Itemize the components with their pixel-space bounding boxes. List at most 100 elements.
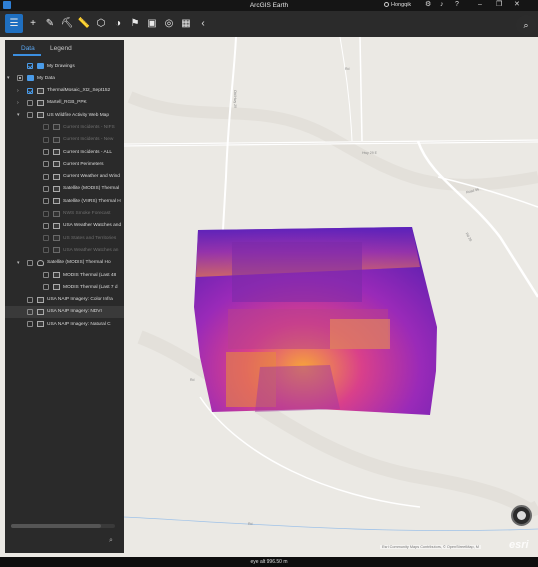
layer-icon bbox=[53, 136, 60, 143]
user-name: Hongqik bbox=[391, 2, 412, 8]
notifications-bell-icon[interactable]: ♪ bbox=[440, 1, 444, 9]
layer-row[interactable]: NWS Smoke Forecast bbox=[5, 208, 124, 220]
layer-visibility-checkbox[interactable] bbox=[17, 75, 23, 82]
ruler-button[interactable]: 📏 bbox=[75, 14, 93, 33]
layer-visibility-checkbox[interactable] bbox=[27, 308, 33, 315]
chevron-right-icon[interactable]: › bbox=[17, 88, 19, 94]
chevron-right-icon[interactable]: › bbox=[17, 100, 19, 106]
help-icon[interactable]: ? bbox=[455, 1, 459, 9]
add-data-button[interactable]: + bbox=[24, 14, 42, 33]
3d-model-button[interactable]: ⬡ bbox=[92, 14, 110, 33]
restore-icon[interactable]: ❐ bbox=[496, 1, 502, 9]
layer-visibility-checkbox[interactable] bbox=[27, 259, 33, 266]
ruler-icon: 📏 bbox=[77, 18, 91, 29]
layer-row[interactable]: MODIS Thermal (Last 7 d bbox=[5, 281, 124, 293]
layer-row[interactable]: US States and Territories bbox=[5, 232, 124, 244]
road-label: Rd bbox=[190, 378, 195, 382]
measure-icon: ⛏ bbox=[60, 18, 74, 29]
layer-row[interactable]: USA NAIP Imagery: Color Infra bbox=[5, 294, 124, 306]
draw-button[interactable]: ✎ bbox=[41, 14, 59, 33]
layer-row[interactable]: ▾ Satellite (MODIS) Thermal Ho bbox=[5, 257, 124, 269]
layer-visibility-checkbox[interactable] bbox=[43, 173, 49, 180]
user-account[interactable]: Hongqik bbox=[384, 2, 411, 8]
layer-icon bbox=[53, 198, 60, 205]
layer-row[interactable]: Current Weather and Wind bbox=[5, 171, 124, 183]
bookmark-button[interactable]: ⚑ bbox=[126, 14, 144, 33]
layer-row[interactable]: ▾ US Wildfire Activity Web Map bbox=[5, 109, 124, 121]
layer-label: Current Incidents - New bbox=[63, 137, 114, 143]
search-icon[interactable]: ⌕ bbox=[109, 537, 118, 546]
contents-panel: Data Legend My Drawings ▾ My Data › ThermalM… bbox=[5, 40, 124, 553]
esri-logo: esri bbox=[509, 539, 529, 551]
grid-button[interactable]: ▦ bbox=[177, 14, 195, 33]
layer-visibility-checkbox[interactable] bbox=[43, 272, 49, 279]
layer-visibility-checkbox[interactable] bbox=[27, 99, 33, 106]
layer-row[interactable]: My Drawings bbox=[5, 60, 124, 72]
layer-row[interactable]: USA NAIP Imagery: Natural C bbox=[5, 318, 124, 330]
layer-visibility-checkbox[interactable] bbox=[27, 296, 33, 303]
layer-visibility-checkbox[interactable] bbox=[43, 222, 49, 229]
layer-row[interactable]: › Martell_RGB_PPK bbox=[5, 97, 124, 109]
layer-visibility-checkbox[interactable] bbox=[43, 247, 49, 254]
layer-visibility-checkbox[interactable] bbox=[43, 161, 49, 168]
chevron-down-icon[interactable]: ▾ bbox=[17, 112, 20, 118]
layer-row[interactable]: ▾ My Data bbox=[5, 72, 124, 84]
layer-visibility-checkbox[interactable] bbox=[43, 149, 49, 156]
layer-visibility-checkbox[interactable] bbox=[43, 185, 49, 192]
active-tab-indicator bbox=[13, 54, 41, 56]
compass-navigator[interactable] bbox=[511, 505, 532, 526]
road-label: Hwy 29 E bbox=[362, 151, 377, 155]
layer-row[interactable]: USA Weather Watches and bbox=[5, 220, 124, 232]
globe-icon bbox=[517, 511, 526, 520]
layer-row[interactable]: Current Perimeters bbox=[5, 158, 124, 170]
layer-tree: My Drawings ▾ My Data › ThermalMosaic_Xt2_Se… bbox=[5, 60, 124, 331]
close-icon[interactable]: ✕ bbox=[514, 1, 520, 9]
tab-legend[interactable]: Legend bbox=[50, 45, 72, 52]
layer-label: MODIS Thermal (Last 48 bbox=[63, 272, 117, 278]
layer-visibility-checkbox[interactable] bbox=[27, 63, 33, 69]
road-label: Rd bbox=[345, 67, 350, 71]
layer-icon bbox=[53, 185, 60, 192]
layer-row[interactable]: › ThermalMosaic_Xt2_Sept152 bbox=[5, 85, 124, 97]
layer-visibility-checkbox[interactable] bbox=[43, 136, 49, 143]
layer-row[interactable]: Satellite (VIIRS) Thermal H bbox=[5, 195, 124, 207]
measure-button[interactable]: ⛏ bbox=[58, 14, 76, 33]
layer-label: Satellite (VIIRS) Thermal H bbox=[63, 198, 121, 204]
tab-data[interactable]: Data bbox=[21, 45, 35, 52]
layer-label: Current Incidents - ALL bbox=[63, 149, 113, 155]
layer-label: Current Weather and Wind bbox=[63, 174, 120, 180]
layer-row[interactable]: Current Incidents - ALL bbox=[5, 146, 124, 158]
chevron-left-icon: ‹ bbox=[201, 18, 205, 29]
layer-visibility-checkbox[interactable] bbox=[27, 112, 33, 119]
layer-visibility-checkbox[interactable] bbox=[43, 284, 49, 291]
globe-button[interactable]: ◎ bbox=[160, 14, 178, 33]
contents-button[interactable]: ☰ bbox=[5, 14, 23, 33]
layer-row[interactable]: USA Weather Watches an bbox=[5, 244, 124, 256]
layer-visibility-checkbox[interactable] bbox=[43, 235, 49, 242]
scrollbar-thumb[interactable] bbox=[11, 524, 101, 528]
theme-icon: ◑ bbox=[114, 18, 122, 29]
layer-row[interactable]: USA NAIP Imagery: NDVI bbox=[5, 305, 124, 319]
theme-button[interactable]: ◑ bbox=[109, 14, 127, 33]
layer-row[interactable]: MODIS Thermal (Last 48 bbox=[5, 269, 124, 281]
contents-list-icon: ☰ bbox=[9, 18, 19, 29]
collapse-toolbar-button[interactable]: ‹ bbox=[194, 14, 212, 33]
layer-visibility-checkbox[interactable] bbox=[43, 124, 49, 131]
layer-visibility-checkbox[interactable] bbox=[43, 210, 49, 217]
layer-visibility-checkbox[interactable] bbox=[27, 321, 33, 328]
layer-label: US States and Territories bbox=[63, 235, 117, 241]
layer-visibility-checkbox[interactable] bbox=[27, 87, 33, 94]
layer-label: USA Weather Watches and bbox=[63, 223, 122, 229]
chevron-down-icon[interactable]: ▾ bbox=[17, 260, 20, 266]
bookmark-icon: ⚑ bbox=[130, 18, 140, 29]
chevron-down-icon[interactable]: ▾ bbox=[7, 75, 10, 81]
horizontal-scrollbar[interactable] bbox=[11, 524, 115, 528]
layer-visibility-checkbox[interactable] bbox=[43, 198, 49, 205]
layer-row[interactable]: Current Incidents - NIFS bbox=[5, 121, 124, 133]
settings-gear-icon[interactable]: ⚙ bbox=[425, 1, 431, 9]
minimize-icon[interactable]: – bbox=[478, 1, 482, 9]
map-search-button[interactable]: ⌕ bbox=[516, 15, 536, 35]
layout-button[interactable]: ▣ bbox=[143, 14, 161, 33]
layer-row[interactable]: Satellite (MODIS) Thermal bbox=[5, 183, 124, 195]
layer-row[interactable]: Current Incidents - New bbox=[5, 134, 124, 146]
